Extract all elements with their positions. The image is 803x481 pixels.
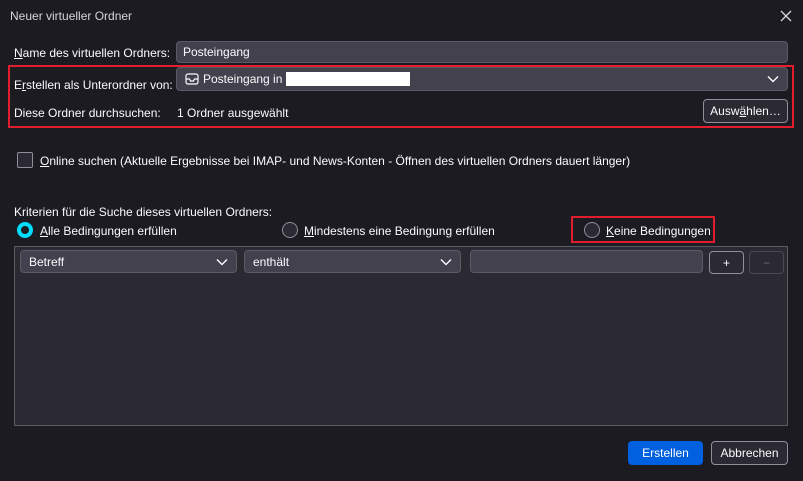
rule-field-value: Betreff bbox=[29, 254, 65, 269]
rule-value-input[interactable] bbox=[470, 250, 703, 273]
search-folders-label: Diese Ordner durchsuchen: bbox=[14, 106, 161, 120]
match-all-label: Alle Bedingungen erfüllen bbox=[40, 224, 177, 238]
close-button[interactable] bbox=[774, 4, 798, 28]
title-bar: Neuer virtueller Ordner bbox=[0, 0, 803, 32]
rule-operator-value: enthält bbox=[253, 254, 290, 269]
name-label: Name des virtuellen Ordners: bbox=[14, 46, 171, 60]
create-button[interactable]: Erstellen bbox=[628, 441, 703, 465]
criteria-label: Kriterien für die Suche dieses virtuelle… bbox=[14, 205, 273, 219]
redacted-account-name bbox=[286, 72, 411, 86]
cancel-button[interactable]: Abbrechen bbox=[711, 441, 788, 465]
chevron-down-icon bbox=[767, 76, 779, 83]
parent-folder-value: Posteingang in bbox=[203, 72, 283, 86]
close-icon bbox=[780, 10, 792, 22]
match-any-label: Mindestens eine Bedingung erfüllen bbox=[304, 224, 495, 238]
remove-rule-button[interactable]: − bbox=[749, 251, 784, 274]
inbox-icon bbox=[185, 73, 199, 85]
chevron-down-icon bbox=[440, 258, 452, 265]
add-rule-button[interactable]: + bbox=[709, 251, 744, 274]
match-none-label: Keine Bedingungen bbox=[606, 224, 711, 238]
search-rules-panel bbox=[14, 246, 788, 426]
folder-name-input[interactable]: Posteingang bbox=[176, 41, 788, 63]
online-search-label: Online suchen (Aktuelle Ergebnisse bei I… bbox=[40, 154, 631, 168]
match-none-radio[interactable] bbox=[584, 222, 600, 238]
online-search-checkbox[interactable] bbox=[17, 152, 33, 168]
chevron-down-icon bbox=[216, 258, 228, 265]
search-folders-value: 1 Ordner ausgewählt bbox=[177, 106, 289, 120]
match-all-radio[interactable] bbox=[17, 222, 33, 238]
choose-folders-button[interactable]: Ausw ä hlen… bbox=[703, 99, 788, 123]
rule-field-select[interactable]: Betreff bbox=[20, 250, 237, 273]
match-any-radio[interactable] bbox=[282, 222, 298, 238]
parent-folder-select[interactable]: Posteingang in bbox=[176, 67, 788, 91]
rule-operator-select[interactable]: enthält bbox=[244, 250, 461, 273]
parent-folder-label: Erstellen als Unterordner von: bbox=[14, 78, 173, 92]
window-title: Neuer virtueller Ordner bbox=[10, 9, 133, 23]
